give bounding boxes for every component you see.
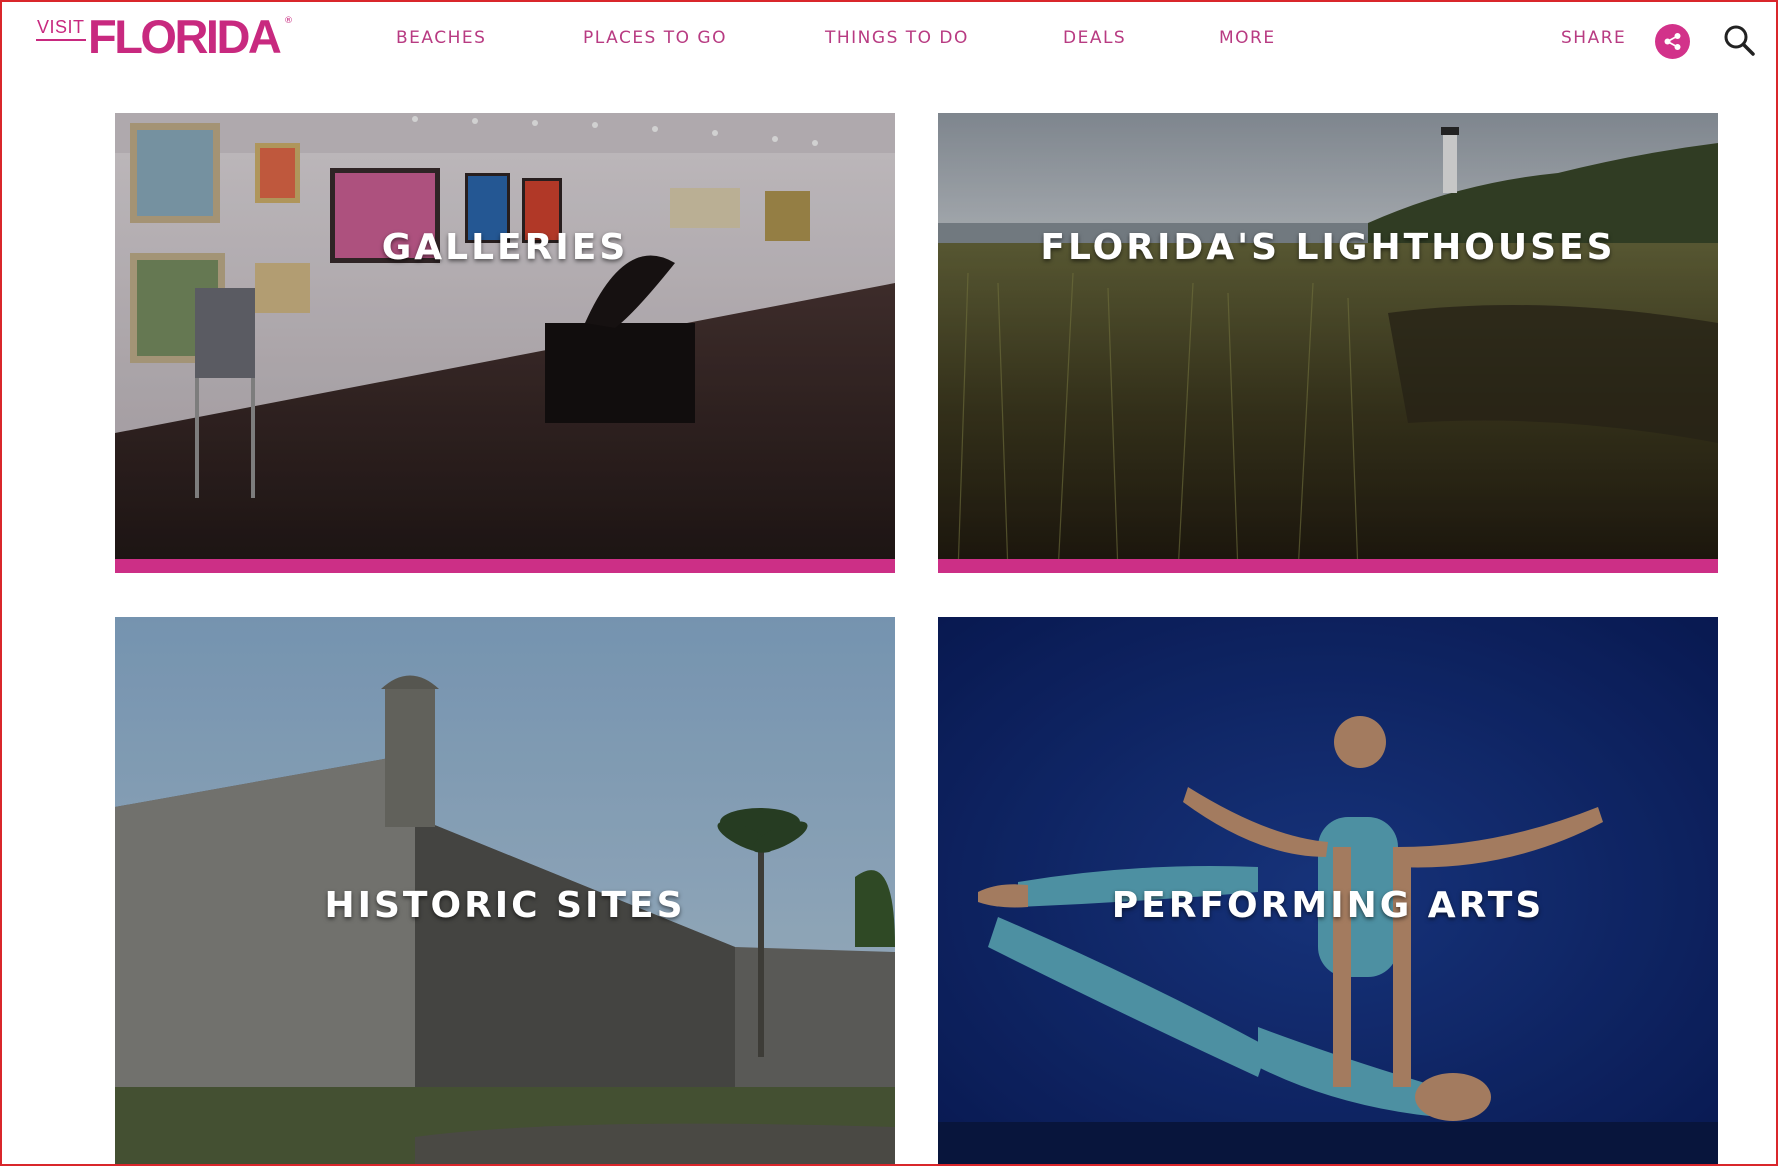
tile-florida-lighthouses[interactable]: FLORIDA'S LIGHTHOUSES: [938, 113, 1718, 573]
tile-galleries[interactable]: GALLERIES: [115, 113, 895, 573]
tile-performing-arts[interactable]: PERFORMING ARTS: [938, 617, 1718, 1166]
share-label[interactable]: SHARE: [1561, 28, 1626, 48]
site-header: VISIT FLORIDA ® BEACHES PLACES TO GO THI…: [0, 0, 1778, 80]
logo-brand-text: FLORIDA: [88, 10, 282, 63]
nav-item-beaches[interactable]: BEACHES: [396, 28, 486, 48]
tile-label-historic-sites: HISTORIC SITES: [324, 885, 686, 926]
galleries-shade: [115, 113, 895, 573]
tile-historic-sites[interactable]: HISTORIC SITES: [115, 617, 895, 1166]
nav-item-more[interactable]: MORE: [1219, 28, 1276, 48]
search-icon[interactable]: [1721, 22, 1757, 58]
logo-registered-mark: ®: [284, 16, 293, 26]
nav-item-things-to-do[interactable]: THINGS TO DO: [825, 28, 969, 48]
lighthouses-shade: [938, 113, 1718, 573]
nav-item-places-to-go[interactable]: PLACES TO GO: [583, 28, 727, 48]
nav-item-deals[interactable]: DEALS: [1063, 28, 1126, 48]
tile-label-florida-lighthouses: FLORIDA'S LIGHTHOUSES: [1040, 227, 1616, 268]
tile-accent-bar: [115, 559, 895, 573]
share-icon[interactable]: [1655, 24, 1690, 59]
tile-accent-bar: [938, 559, 1718, 573]
logo-visit-text: VISIT: [37, 17, 85, 37]
logo-rule: [36, 39, 86, 41]
tile-label-performing-arts: PERFORMING ARTS: [1111, 885, 1545, 926]
visit-florida-logo[interactable]: VISIT FLORIDA ®: [36, 12, 306, 64]
tile-label-galleries: GALLERIES: [381, 227, 629, 268]
